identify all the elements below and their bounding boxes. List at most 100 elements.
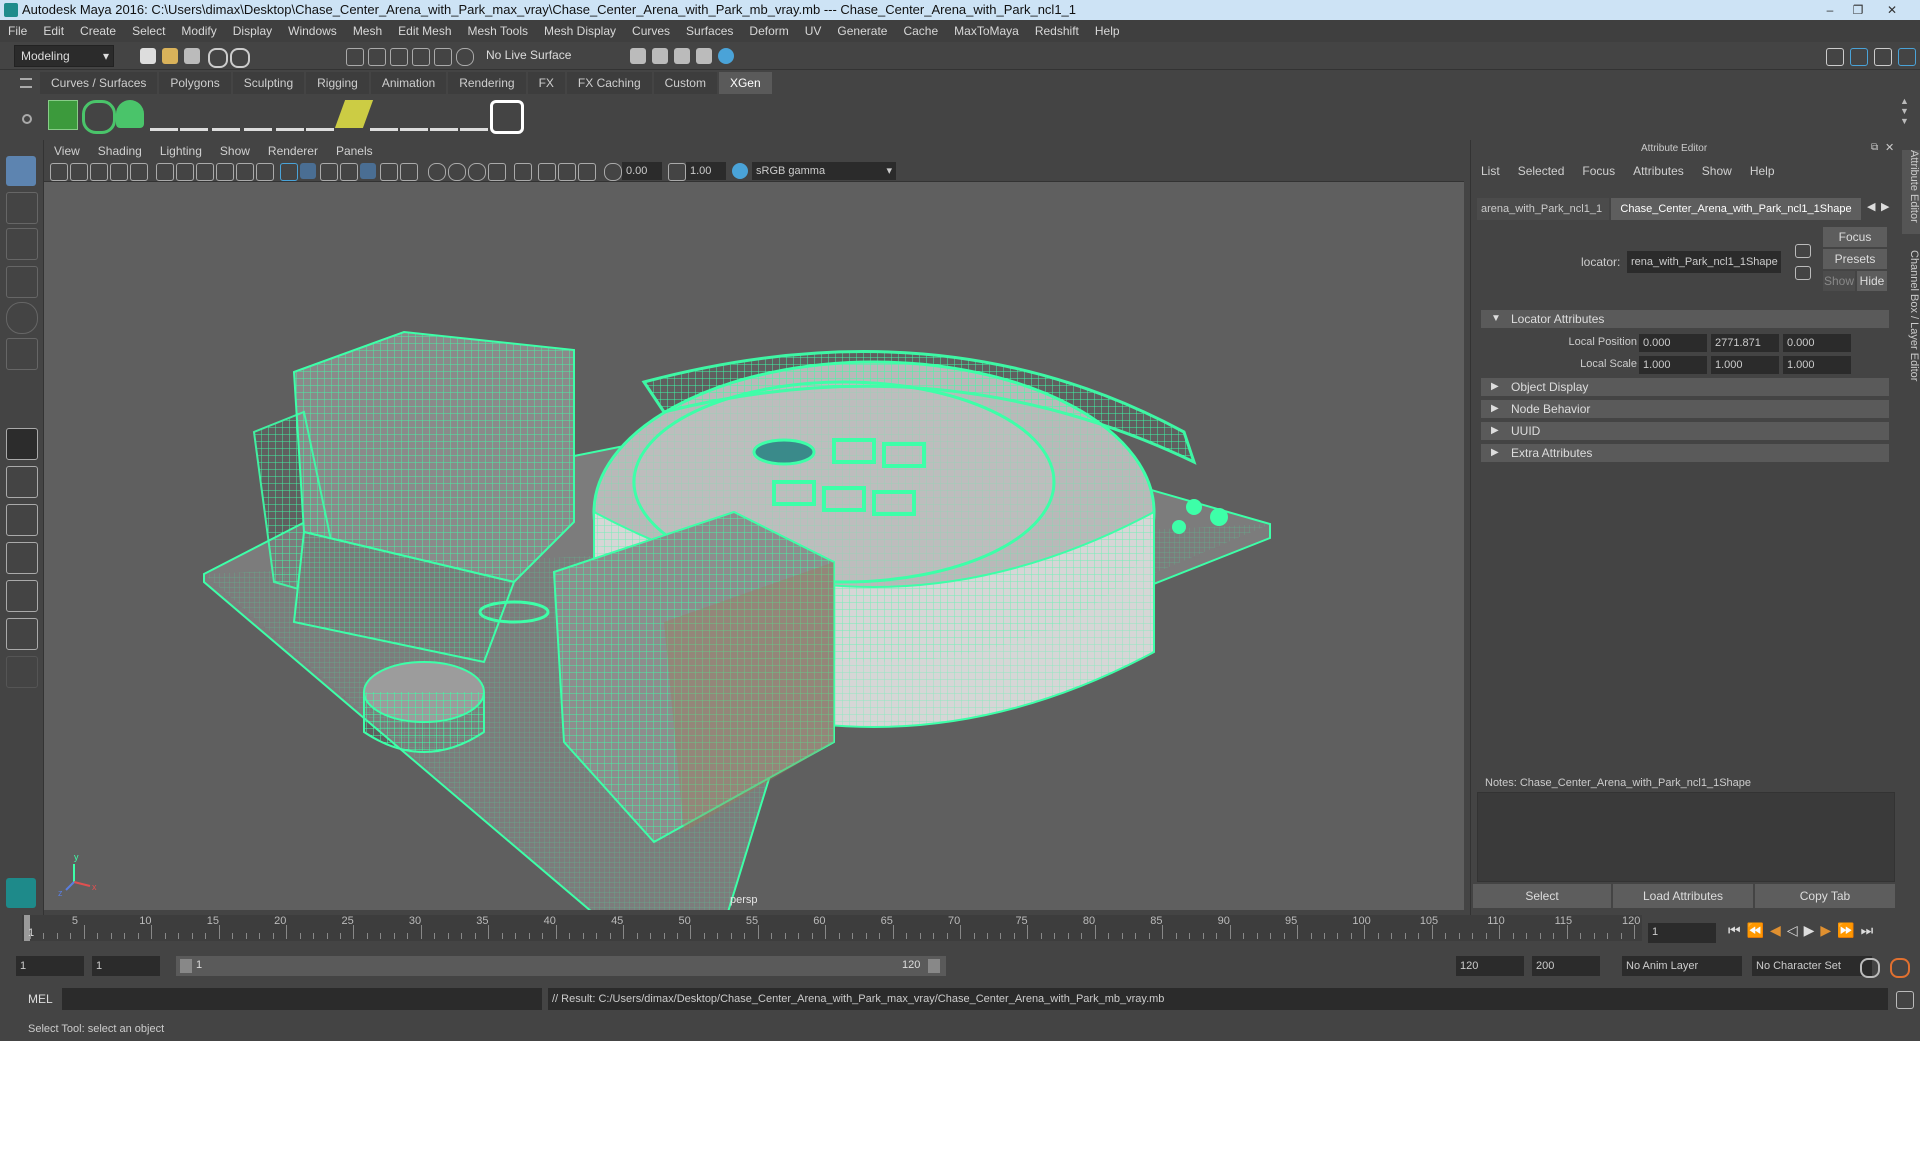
create-description-icon[interactable] — [116, 100, 144, 128]
animation-start-field[interactable]: 1 — [16, 956, 84, 976]
single-perspective-layout-icon[interactable] — [6, 428, 38, 460]
time-slider-track[interactable]: 1 5 10 15 20 25 30 35 40 45 50 55 60 65 70 75 80 85 90 95 1… — [22, 915, 1642, 941]
tab-scroll-right-icon[interactable]: ▶ — [1881, 200, 1889, 213]
maximize-button[interactable]: ❐ — [1846, 2, 1870, 18]
move-tool-icon[interactable] — [6, 266, 38, 298]
guide-length-icon[interactable] — [306, 100, 334, 131]
rebuild-guides-icon[interactable] — [400, 100, 428, 131]
range-slider[interactable]: 1 120 — [176, 956, 946, 976]
interactive-groom-icon[interactable] — [490, 100, 524, 134]
viewport-menu-view[interactable]: View — [54, 144, 80, 158]
safe-action-icon[interactable] — [256, 163, 274, 181]
menu-redshift[interactable]: Redshift — [1035, 24, 1079, 38]
persp-hypershade-layout-icon[interactable] — [6, 580, 38, 612]
render-view-icon[interactable] — [630, 48, 646, 64]
menu-deform[interactable]: Deform — [749, 24, 788, 38]
viewport-menu-lighting[interactable]: Lighting — [160, 144, 202, 158]
shelf-settings-icon[interactable] — [22, 114, 32, 124]
gate-mask-icon[interactable] — [216, 163, 234, 181]
color-management-icon[interactable] — [732, 163, 748, 179]
hide-button[interactable]: Hide — [1857, 271, 1887, 291]
hypershade-icon[interactable] — [718, 48, 734, 64]
menu-curves[interactable]: Curves — [632, 24, 670, 38]
wireframe-icon[interactable] — [280, 163, 298, 181]
step-back-key-icon[interactable]: ⏪ — [1747, 922, 1764, 939]
backface-culling-icon[interactable] — [578, 163, 596, 181]
attribute-editor-toggle-icon[interactable] — [1850, 48, 1868, 66]
local-scale-z-field[interactable]: 1.000 — [1783, 356, 1851, 374]
local-position-y-field[interactable]: 2771.871 — [1711, 334, 1779, 352]
tool-settings-icon[interactable] — [1874, 48, 1892, 66]
tab-scroll-left-icon[interactable]: ◀ — [1867, 200, 1875, 213]
menu-select[interactable]: Select — [132, 24, 165, 38]
channel-box-side-tab[interactable]: Channel Box / Layer Editor — [1902, 250, 1920, 400]
flip-guides-icon[interactable] — [460, 100, 488, 131]
section-uuid[interactable]: ▶ UUID — [1481, 422, 1889, 440]
xray-active-icon[interactable] — [558, 163, 576, 181]
shelf-tab-xgen[interactable]: XGen — [718, 72, 772, 94]
shelf-menu-icon[interactable] — [20, 78, 32, 88]
resolution-gate-icon[interactable] — [196, 163, 214, 181]
live-surface-label[interactable]: No Live Surface — [486, 48, 571, 62]
isolate-select-icon[interactable] — [514, 163, 532, 181]
scale-tool-icon[interactable] — [6, 338, 38, 370]
snap-curve-icon[interactable] — [434, 48, 452, 66]
viewport-menu-show[interactable]: Show — [220, 144, 250, 158]
show-button[interactable]: Show — [1823, 271, 1855, 291]
four-view-layout-icon[interactable] — [6, 466, 38, 498]
tab-transform-node[interactable]: arena_with_Park_ncl1_1 — [1477, 198, 1609, 220]
go-to-start-icon[interactable]: ⏮ — [1728, 922, 1741, 939]
menu-maxtomaya[interactable]: MaxToMaya — [954, 24, 1019, 38]
2d-pan-zoom-icon[interactable] — [130, 163, 148, 181]
ipr-render-icon[interactable] — [674, 48, 690, 64]
menu-edit-mesh[interactable]: Edit Mesh — [398, 24, 451, 38]
menu-surfaces[interactable]: Surfaces — [686, 24, 733, 38]
shelf-tab-rendering[interactable]: Rendering — [448, 72, 526, 94]
anti-aliasing-icon[interactable] — [468, 163, 486, 181]
gamma-field[interactable]: 1.00 — [686, 162, 726, 180]
ae-menu-attributes[interactable]: Attributes — [1633, 164, 1684, 182]
open-scene-icon[interactable] — [162, 48, 178, 64]
undo-icon[interactable] — [208, 48, 228, 68]
playback-end-field[interactable]: 120 — [1456, 956, 1524, 976]
xgen-preview-icon[interactable] — [82, 100, 116, 134]
tab-shape-node[interactable]: Chase_Center_Arena_with_Park_ncl1_1Shape — [1611, 198, 1861, 220]
step-back-frame-icon[interactable]: ◀ — [1770, 922, 1781, 939]
render-settings-icon[interactable] — [696, 48, 712, 64]
exposure-icon[interactable] — [604, 163, 622, 181]
shelf-tab-curves-surfaces[interactable]: Curves / Surfaces — [40, 72, 158, 94]
local-scale-y-field[interactable]: 1.000 — [1711, 356, 1779, 374]
copy-tab-button[interactable]: Copy Tab — [1755, 884, 1895, 908]
close-button[interactable]: ✕ — [1880, 2, 1904, 18]
menu-mesh-tools[interactable]: Mesh Tools — [468, 24, 528, 38]
script-language-toggle[interactable]: MEL — [28, 992, 53, 1006]
menu-generate[interactable]: Generate — [837, 24, 887, 38]
snap-point-icon[interactable] — [456, 48, 474, 66]
xray-joints-icon[interactable] — [538, 163, 556, 181]
ae-menu-help[interactable]: Help — [1750, 164, 1775, 182]
float-panel-icon[interactable]: ⧉ — [1871, 142, 1878, 153]
bookmark-icon[interactable] — [90, 163, 108, 181]
wireframe-on-shaded-icon[interactable] — [320, 163, 338, 181]
menu-mesh-display[interactable]: Mesh Display — [544, 24, 616, 38]
add-guide-icon[interactable] — [212, 100, 240, 131]
camera-attributes-icon[interactable] — [70, 163, 88, 181]
textured-icon[interactable] — [340, 163, 358, 181]
viewport-menu-shading[interactable]: Shading — [98, 144, 142, 158]
persp-graph-layout-icon[interactable] — [6, 542, 38, 574]
animation-end-field[interactable]: 200 — [1532, 956, 1600, 976]
shelf-tab-fx[interactable]: FX — [527, 72, 565, 94]
color-space-dropdown[interactable]: sRGB gamma ▾ — [752, 162, 896, 180]
menu-create[interactable]: Create — [80, 24, 116, 38]
ae-menu-list[interactable]: List — [1481, 164, 1500, 182]
menu-mesh[interactable]: Mesh — [353, 24, 382, 38]
bend-guides-icon[interactable] — [370, 100, 398, 131]
normalize-guides-icon[interactable] — [430, 100, 458, 131]
attribute-editor-side-tab[interactable]: Attribute Editor — [1902, 150, 1920, 234]
select-guide-icon[interactable] — [244, 100, 272, 131]
lock-guide-icon[interactable] — [276, 100, 304, 131]
range-end-handle[interactable] — [928, 959, 940, 973]
shelf-tab-polygons[interactable]: Polygons — [159, 72, 231, 94]
script-editor-icon[interactable] — [1896, 991, 1914, 1009]
xray-icon[interactable] — [360, 163, 376, 179]
